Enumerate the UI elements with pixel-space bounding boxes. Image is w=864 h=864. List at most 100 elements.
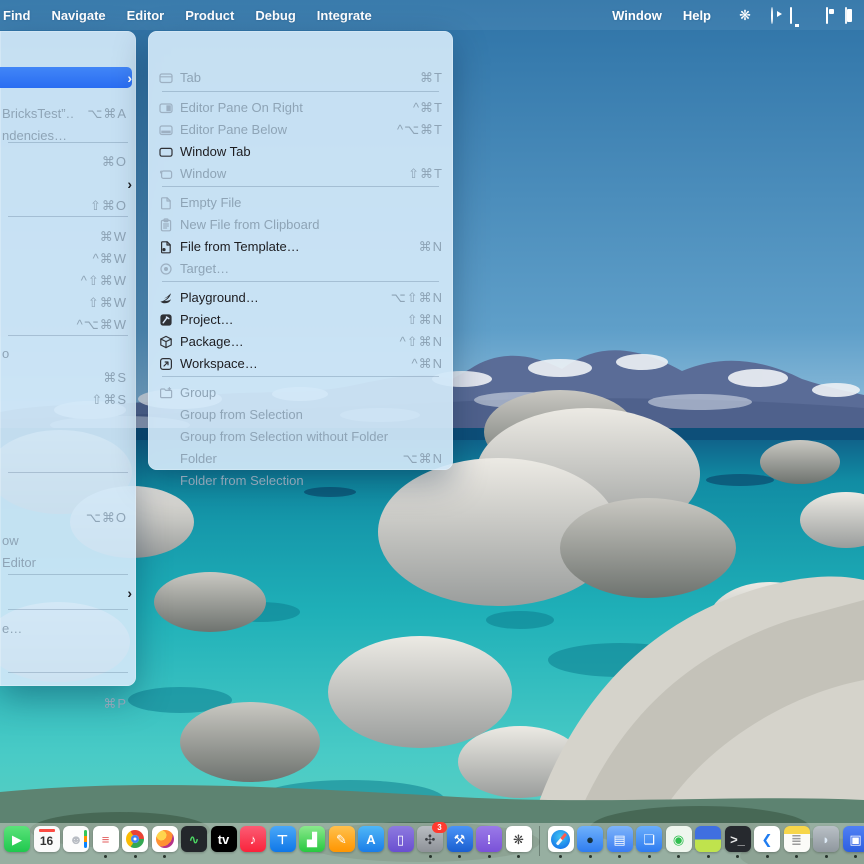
new-submenu-item-project[interactable]: Project…⇧⌘N (153, 309, 448, 330)
running-indicator-dot (766, 855, 769, 858)
dock-icon-keynote[interactable]: ⊤ (270, 826, 296, 852)
dock-icon-facetime[interactable]: ▶ (4, 826, 30, 852)
file-menu-item[interactable]: ^⌥⌘W (0, 314, 132, 335)
file-menu-item[interactable]: ⌘P (0, 693, 132, 714)
dock-icon-purple-door-app[interactable]: ▯ (388, 826, 414, 852)
dock-icon-stone-app[interactable]: ◗ (813, 826, 839, 852)
dock-icon-squares-app[interactable]: ▣ (843, 826, 864, 852)
file-menu-item[interactable]: e… (0, 618, 132, 639)
dock-icon-feedback-assistant[interactable]: ! (476, 826, 502, 852)
dock-icon-blue-window-app[interactable]: ▤ (607, 826, 633, 852)
file-menu-item[interactable]: BricksTest”…⌥⌘A (0, 103, 132, 124)
file-menu-item[interactable]: ow (0, 530, 132, 551)
new-submenu-item-window[interactable]: Window⇧⌘T (153, 163, 448, 184)
file-menu-item[interactable]: › (0, 582, 132, 603)
running-indicator-dot (163, 855, 166, 858)
menubar-item-help[interactable]: Help (683, 8, 711, 23)
dock-icon-apple-tv[interactable]: tv (211, 826, 237, 852)
menu-item-shortcut: ⇧⌘N (407, 312, 443, 328)
new-submenu-item-file-from-template[interactable]: File from Template…⌘N (153, 236, 448, 257)
new-submenu-item-target[interactable]: Target… (153, 258, 448, 279)
menubar-item-integrate[interactable]: Integrate (317, 8, 372, 23)
menubar-item-navigate[interactable]: Navigate (51, 8, 105, 23)
menu-item-label: Workspace… (180, 356, 400, 371)
new-submenu-item-window-tab[interactable]: Window Tab (153, 141, 448, 162)
file-menu-item[interactable]: o (0, 343, 132, 364)
dock-icon-music[interactable]: ♪ (240, 826, 266, 852)
squares-app-glyph: ▣ (849, 833, 861, 846)
menu-item-shortcut: ⇧⌘S (91, 392, 127, 408)
terminal-glyph: >_ (730, 833, 745, 846)
dock-icon-chrome[interactable] (122, 826, 148, 852)
dock-icon-app-store[interactable]: A (358, 826, 384, 852)
dock-icon-calendar[interactable]: 16 (34, 826, 60, 852)
dock-icon-files-app[interactable]: ❏ (636, 826, 662, 852)
dock-icon-chatgpt[interactable]: ❋ (506, 826, 532, 852)
file-icon (158, 195, 173, 210)
file-menu-item[interactable]: ⌘O (0, 151, 132, 172)
menu-item-label: Editor Pane On Right (180, 100, 401, 115)
running-indicator-dot (736, 855, 739, 858)
menu-separator (162, 186, 439, 187)
new-submenu-item-editor-pane-below[interactable]: Editor Pane Below ^⌥⌘T (153, 119, 448, 140)
new-submenu-item-empty-file[interactable]: Empty File (153, 192, 448, 213)
menu-item-label: Editor Pane Below (180, 122, 385, 137)
menu-item-shortcut: ^⌥⌘T (397, 122, 443, 138)
dock-icon-notes[interactable]: ≣ (784, 826, 810, 852)
file-menu-item[interactable]: ⇧⌘S (0, 389, 132, 410)
dock-icon-contacts[interactable]: ☻ (63, 826, 89, 852)
new-submenu-item-group-from-selection-without-folder[interactable]: Group from Selection without Folder (153, 426, 448, 447)
stage-manager-icon[interactable] (826, 8, 828, 23)
file-menu-item[interactable]: ⌘S (0, 367, 132, 388)
new-submenu-item-folder-from-selection[interactable]: Folder from Selection (153, 470, 448, 491)
file-menu-item[interactable]: ^⇧⌘W (0, 270, 132, 291)
dock-icon-firefox[interactable] (152, 826, 178, 852)
display-icon[interactable] (790, 8, 792, 23)
menu-separator (8, 672, 128, 673)
menubar-item-window[interactable]: Window (612, 8, 662, 23)
menu-item-shortcut: ⌘P (103, 696, 127, 712)
new-submenu-item-playground[interactable]: Playground…⌥⇧⌘N (153, 287, 448, 308)
dock-icon-terminal[interactable]: >_ (725, 826, 751, 852)
file-menu-item[interactable]: ⇧⌘O (0, 195, 132, 216)
dock-icon-vscode[interactable]: ❮ (754, 826, 780, 852)
file-menu-item-new-selected[interactable]: › (0, 67, 132, 88)
new-submenu-item-folder[interactable]: Folder⌥⌘N (153, 448, 448, 469)
play-circle-icon[interactable] (771, 8, 773, 23)
running-indicator-dot (134, 855, 137, 858)
new-submenu-item-group-from-selection[interactable]: Group from Selection (153, 404, 448, 425)
chatgpt-icon[interactable]: ❋ (736, 6, 754, 24)
new-submenu-item-tab[interactable]: Tab⌘T (153, 67, 448, 88)
dock-icon-android-emulator[interactable] (695, 826, 721, 852)
file-menu-item[interactable]: ⇧⌘W (0, 292, 132, 313)
file-menu-item[interactable]: ⌥⌘O (0, 507, 132, 528)
new-submenu-item-package[interactable]: Package…^⇧⌘N (153, 331, 448, 352)
dock-icon-numbers[interactable]: ▟ (299, 826, 325, 852)
dock-icon-green-circle-app[interactable]: ◉ (666, 826, 692, 852)
dock-icon-reminders[interactable]: ≡ (93, 826, 119, 852)
dock-icon-xcode[interactable]: ⚒ (447, 826, 473, 852)
dock-icon-pages[interactable]: ✎ (329, 826, 355, 852)
dock-icon-activity-monitor[interactable]: ∿ (181, 826, 207, 852)
menu-item-shortcut: ⌥⌘O (86, 510, 127, 526)
new-submenu-item-editor-pane-on-right[interactable]: Editor Pane On Right^⌘T (153, 97, 448, 118)
dock-icon-camera-app[interactable]: ● (577, 826, 603, 852)
menubar-item-editor[interactable]: Editor (127, 8, 165, 23)
dock-icon-safari[interactable] (548, 826, 574, 852)
file-menu-item[interactable]: Editor (0, 552, 132, 573)
menubar-item-find[interactable]: Find (3, 8, 30, 23)
new-submenu-item-group[interactable]: Group (153, 382, 448, 403)
file-menu-item[interactable]: › (0, 173, 132, 194)
menu-item-shortcut: ^⌥⌘W (77, 317, 127, 333)
file-menu-item[interactable]: ⌘W (0, 226, 132, 247)
file-menu: ›BricksTest”…⌥⌘Andencies…⌘O›⇧⌘O⌘W^⌘W^⇧⌘W… (0, 31, 136, 686)
battery-icon[interactable] (845, 8, 847, 23)
new-submenu-item-workspace[interactable]: Workspace…^⌘N (153, 353, 448, 374)
menubar-item-debug[interactable]: Debug (255, 8, 295, 23)
running-indicator-dot (707, 855, 710, 858)
dock: ▶16☻≡ ∿tv♪⊤▟✎A▯✣3⚒!❋ ●▤❏◉ >_ ❮≣◗ ▣ (0, 823, 864, 864)
dock-icon-fan-app[interactable]: ✣3 (417, 826, 443, 852)
menubar-item-product[interactable]: Product (185, 8, 234, 23)
new-submenu-item-new-file-from-clipboard[interactable]: New File from Clipboard (153, 214, 448, 235)
file-menu-item[interactable]: ^⌘W (0, 248, 132, 269)
